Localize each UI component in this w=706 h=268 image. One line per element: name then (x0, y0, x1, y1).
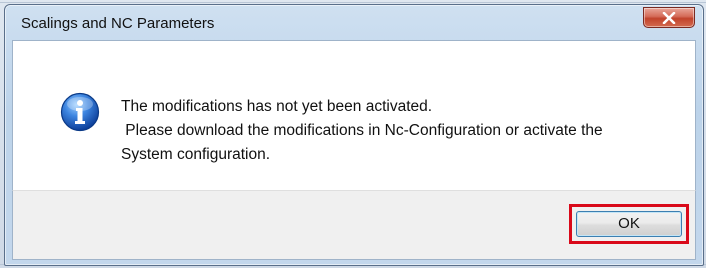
dialog-title: Scalings and NC Parameters (21, 15, 215, 32)
close-icon (662, 11, 676, 24)
button-bar: OK (12, 190, 696, 260)
message-line: Please download the modifications in Nc-… (121, 122, 603, 139)
message-line: System configuration. (121, 146, 271, 163)
title-bar[interactable]: Scalings and NC Parameters (5, 5, 703, 39)
background-line (0, 2, 706, 3)
information-icon (60, 92, 100, 132)
dialog-message: The modifications has not yet been activ… (121, 95, 681, 167)
ok-button-highlight: OK (569, 204, 689, 244)
message-area: The modifications has not yet been activ… (12, 40, 696, 190)
message-line: The modifications has not yet been activ… (121, 98, 433, 115)
ok-button[interactable]: OK (576, 211, 682, 237)
close-button[interactable] (643, 7, 695, 28)
message-dialog: Scalings and NC Parameters The modificat… (4, 4, 704, 266)
